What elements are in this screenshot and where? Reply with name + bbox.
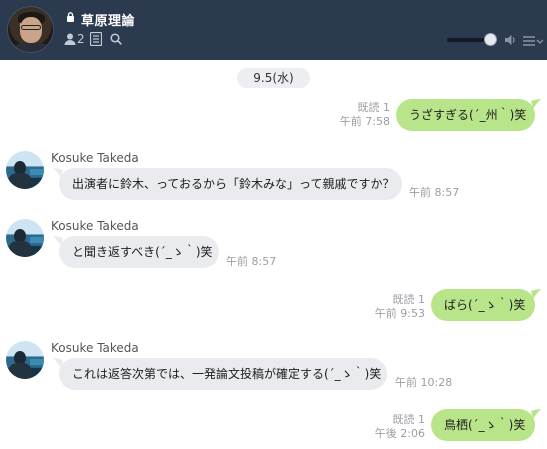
avatar-body [9, 363, 31, 379]
message-time: 午前 7:58 [339, 115, 390, 128]
read-receipt: 既読 1 [392, 293, 426, 306]
message-bubble-theirs[interactable]: と聞き返すべき(´_ゝ｀)笑 [59, 236, 219, 268]
message-meta: 既読 1 午後 2:06 [375, 413, 425, 441]
bubble-tail [531, 99, 541, 109]
chat-title: 草原理論 [81, 14, 136, 29]
volume-slider-knob[interactable] [484, 33, 497, 46]
menu-icon[interactable] [523, 36, 543, 46]
message-bubble-mine[interactable]: うざすぎる(´_州｀)笑 [396, 99, 535, 131]
message-time: 午後 2:06 [374, 427, 425, 440]
message-meta: 既読 1 午前 9:53 [375, 293, 425, 321]
message-bubble-theirs[interactable]: 出演者に鈴木、っておるから「鈴木みな」って親戚ですか？ [59, 168, 402, 200]
message-time: 午前 9:53 [374, 307, 425, 320]
message-bubble-mine[interactable]: 鳥栖(´_ゝ｀)笑 [431, 409, 535, 441]
sender-avatar[interactable] [6, 151, 44, 189]
speaker-icon[interactable] [504, 34, 517, 46]
avatar-glasses [21, 25, 41, 30]
message-bubble-mine[interactable]: ばら(´_ゝ｀)笑 [431, 289, 535, 321]
date-divider: 9.5(水) [237, 68, 310, 88]
avatar-shirt [12, 43, 52, 52]
sender-name: Kosuke Takeda [51, 151, 139, 165]
avatar-background [30, 169, 44, 175]
avatar-body [9, 173, 31, 189]
lock-icon [67, 12, 74, 22]
message-meta: 既読 1 午前 7:58 [340, 101, 390, 129]
message-bubble-theirs[interactable]: これは返答次第では、一発論文投稿が確定する(´_ゝ｀)笑 [59, 358, 387, 390]
message-time: 午前 8:57 [409, 186, 460, 199]
sender-name: Kosuke Takeda [51, 219, 139, 233]
member-count[interactable]: 2 [77, 32, 85, 46]
bubble-tail [531, 289, 541, 299]
chat-header: 草原理論 2 [0, 0, 547, 60]
avatar-face [20, 17, 42, 43]
read-receipt: 既読 1 [357, 101, 391, 114]
member-icon[interactable] [64, 33, 76, 45]
sender-avatar[interactable] [6, 341, 44, 379]
sender-avatar[interactable] [6, 219, 44, 257]
avatar-background [30, 237, 44, 243]
message-time: 午前 8:57 [226, 255, 277, 268]
message-time: 午前 10:28 [395, 376, 453, 389]
bubble-tail [531, 409, 541, 419]
avatar-background [30, 359, 44, 365]
group-avatar[interactable] [7, 6, 54, 53]
sender-name: Kosuke Takeda [51, 341, 139, 355]
avatar-body [9, 241, 31, 257]
read-receipt: 既読 1 [392, 413, 426, 426]
search-icon[interactable] [110, 33, 122, 45]
notes-icon[interactable] [90, 32, 102, 46]
